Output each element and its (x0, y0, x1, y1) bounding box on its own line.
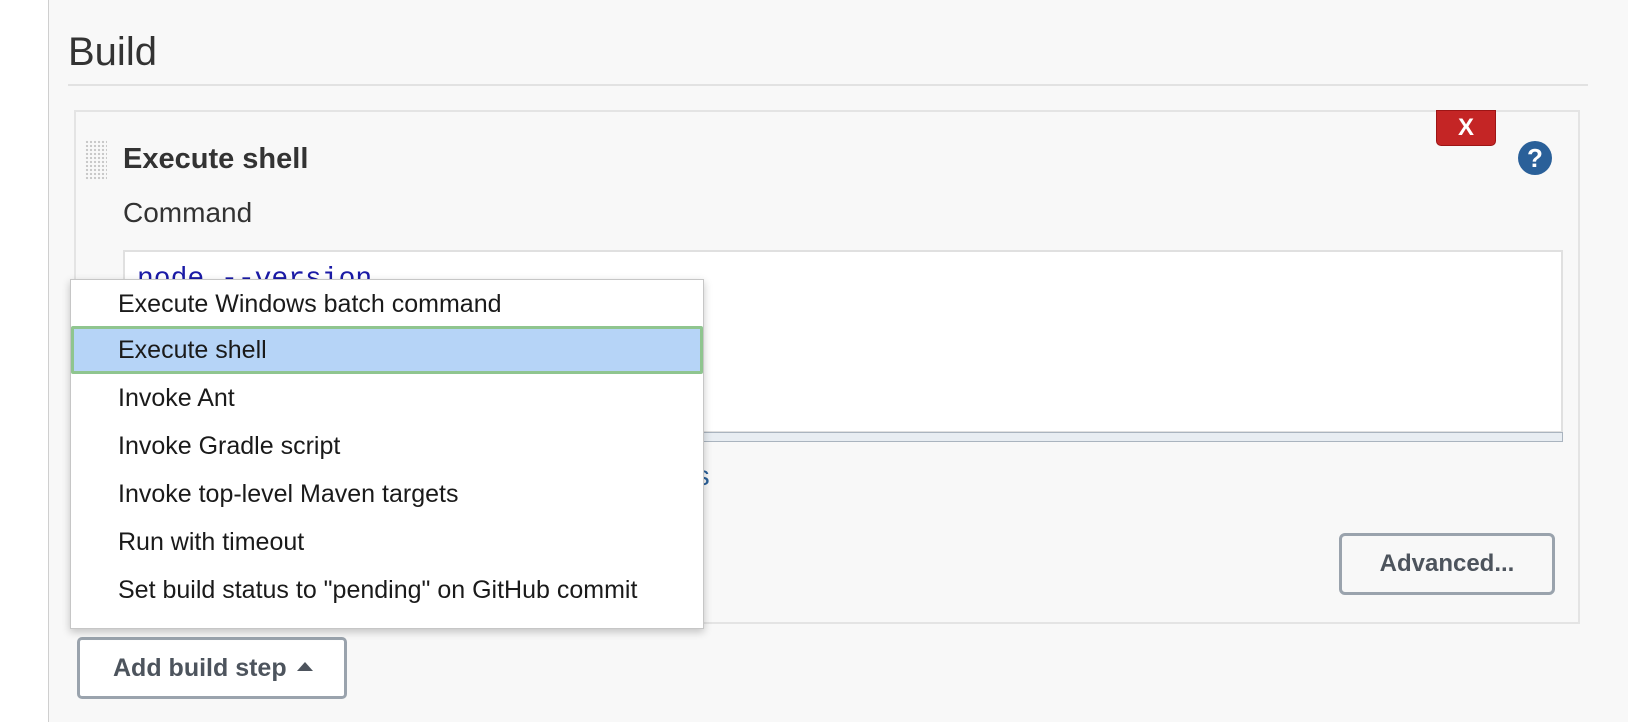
add-build-step-label: Add build step (113, 654, 287, 682)
section-title: Build (68, 30, 157, 74)
build-step-dropdown-menu: Execute Windows batch command Execute sh… (70, 279, 704, 629)
build-step-title: Execute shell (123, 143, 309, 175)
delete-step-button[interactable]: X (1436, 110, 1496, 146)
menu-item-invoke-ant[interactable]: Invoke Ant (71, 374, 703, 422)
menu-item-execute-shell[interactable]: Execute shell (71, 326, 703, 374)
menu-item-execute-windows-batch[interactable]: Execute Windows batch command (71, 280, 703, 328)
menu-item-invoke-gradle[interactable]: Invoke Gradle script (71, 422, 703, 470)
advanced-button[interactable]: Advanced... (1339, 533, 1555, 595)
menu-item-run-with-timeout[interactable]: Run with timeout (71, 518, 703, 566)
help-icon[interactable]: ? (1518, 141, 1552, 175)
add-build-step-button[interactable]: Add build step (77, 637, 347, 699)
section-divider (68, 84, 1588, 86)
menu-item-invoke-maven[interactable]: Invoke top-level Maven targets (71, 470, 703, 518)
drag-handle-icon[interactable] (85, 140, 107, 180)
caret-up-icon (296, 661, 313, 671)
menu-item-set-github-pending[interactable]: Set build status to "pending" on GitHub … (71, 566, 703, 614)
command-label: Command (123, 197, 253, 228)
